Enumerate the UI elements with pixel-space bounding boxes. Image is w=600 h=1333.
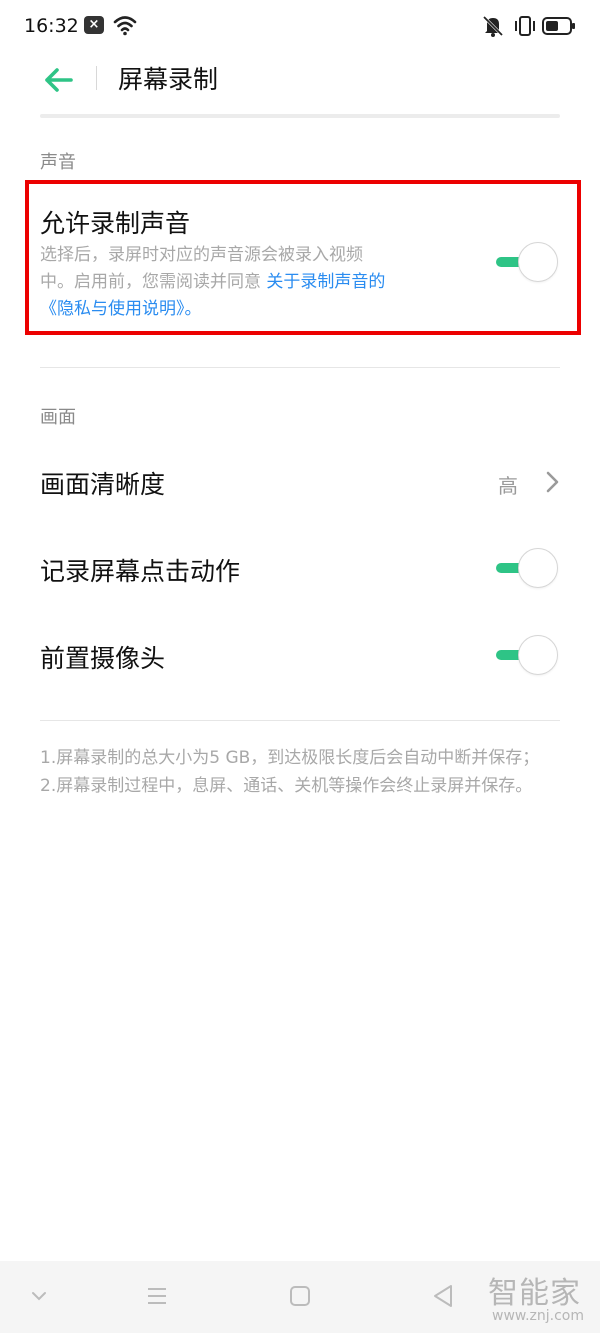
app-header: 屏幕录制 bbox=[0, 56, 600, 116]
header-bottom-line bbox=[40, 114, 560, 118]
allow-record-sound-toggle[interactable] bbox=[496, 242, 560, 282]
section-label-sound: 声音 bbox=[40, 152, 76, 173]
privacy-link[interactable]: 关于录制声音的 bbox=[266, 272, 385, 292]
home-icon[interactable] bbox=[289, 1285, 311, 1307]
allow-record-sound-description: 选择后，录屏时对应的声音源会被录入视频 中。启用前，您需阅读并同意 关于录制声音… bbox=[40, 242, 480, 323]
mute-icon bbox=[482, 15, 504, 37]
notes-text: 1.屏幕录制的总大小为5 GB，到达极限长度后会自动中断并保存； 2.屏幕录制过… bbox=[40, 744, 565, 800]
record-taps-toggle[interactable] bbox=[496, 548, 560, 588]
front-camera-title: 前置摄像头 bbox=[40, 644, 166, 673]
wifi-icon bbox=[113, 16, 137, 36]
section-divider bbox=[40, 367, 560, 368]
note-1: 1.屏幕录制的总大小为5 GB，到达极限长度后会自动中断并保存； bbox=[40, 748, 540, 768]
front-camera-toggle[interactable] bbox=[496, 635, 560, 675]
chevron-down-icon[interactable] bbox=[30, 1289, 48, 1303]
watermark-brand: 智能家 bbox=[488, 1276, 581, 1311]
section-label-screen: 画面 bbox=[40, 407, 76, 428]
status-time: 16:32 bbox=[24, 15, 79, 37]
page-title: 屏幕录制 bbox=[118, 65, 219, 94]
back-triangle-icon[interactable] bbox=[431, 1283, 455, 1309]
clarity-value[interactable]: 高 bbox=[498, 470, 518, 499]
notification-x-icon: × bbox=[84, 16, 104, 34]
battery-icon bbox=[542, 17, 575, 35]
vibrate-icon bbox=[515, 16, 535, 36]
note-2: 2.屏幕录制过程中，息屏、通话、关机等操作会终止录屏并保存。 bbox=[40, 776, 533, 796]
toggle-knob bbox=[518, 635, 558, 675]
privacy-link-doc[interactable]: 《隐私与使用说明》 bbox=[40, 299, 185, 319]
chevron-right-icon[interactable] bbox=[542, 469, 562, 495]
desc-line2: 中。启用前，您需阅读并同意 bbox=[40, 272, 267, 292]
allow-record-sound-title: 允许录制声音 bbox=[40, 209, 191, 238]
header-divider bbox=[96, 66, 97, 90]
record-taps-title: 记录屏幕点击动作 bbox=[40, 557, 241, 586]
watermark-logo: 智能家 www.znj.com bbox=[488, 1268, 600, 1328]
toggle-knob bbox=[518, 242, 558, 282]
menu-icon[interactable] bbox=[146, 1285, 168, 1307]
desc-line1: 选择后，录屏时对应的声音源会被录入视频 bbox=[40, 245, 363, 265]
arrow-left-icon[interactable] bbox=[40, 62, 76, 98]
toggle-knob bbox=[518, 548, 558, 588]
clarity-title[interactable]: 画面清晰度 bbox=[40, 465, 165, 501]
desc-end: 。 bbox=[184, 299, 202, 319]
watermark-url: www.znj.com bbox=[492, 1308, 584, 1324]
section-divider bbox=[40, 720, 560, 721]
status-bar: 16:32 × bbox=[0, 0, 600, 56]
